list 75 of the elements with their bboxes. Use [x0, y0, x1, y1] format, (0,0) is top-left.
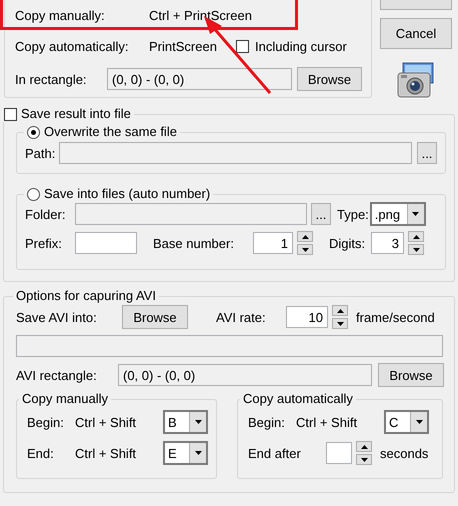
dropdown[interactable]: E	[163, 441, 208, 465]
label: Begin:	[248, 414, 286, 430]
path-field[interactable]	[59, 142, 412, 164]
spin-down-button[interactable]	[356, 454, 372, 465]
browse-button[interactable]: ...	[417, 142, 437, 164]
down-arrow-icon	[194, 451, 202, 455]
checkbox[interactable]	[236, 40, 249, 52]
spin-down-button[interactable]	[332, 318, 348, 329]
label: End:	[27, 446, 55, 460]
shortcut-text: Ctrl + PrintScreen	[149, 8, 252, 22]
folder-field[interactable]	[75, 203, 307, 225]
label: In rectangle:	[15, 72, 88, 86]
spin-down-button[interactable]	[408, 244, 424, 255]
spin-up-button[interactable]	[332, 305, 348, 316]
label: Ctrl + Shift	[75, 446, 138, 460]
group-title: Options for capuring AVI	[16, 288, 156, 304]
browse-button[interactable]: Browse	[297, 67, 362, 91]
label: seconds	[380, 446, 428, 460]
label: Path:	[25, 146, 56, 160]
down-arrow-icon	[336, 322, 344, 326]
shortcut-text: PrintScreen	[149, 38, 218, 54]
spin-up-button[interactable]	[297, 231, 313, 242]
avi-rectangle-field[interactable]: (0, 0) - (0, 0)	[118, 364, 372, 386]
label: Copy automatically:	[15, 38, 130, 54]
checkbox[interactable]	[4, 108, 17, 120]
cancel-button[interactable]: Cancel	[380, 18, 452, 49]
label: Folder:	[25, 206, 66, 222]
down-arrow-icon	[302, 248, 308, 252]
browse-button[interactable]: Browse	[378, 363, 444, 387]
rectangle-field[interactable]: (0, 0) - (0, 0)	[107, 68, 292, 90]
label: frame/second	[356, 310, 435, 324]
browse-button[interactable]: Browse	[122, 305, 188, 329]
camera-icon	[397, 61, 435, 99]
radio-button[interactable]	[27, 188, 40, 200]
radio-label: Save into files (auto number)	[44, 186, 210, 202]
label: Prefix:	[25, 236, 63, 250]
checkbox-label: Including cursor	[255, 38, 347, 54]
label: AVI rectangle:	[16, 368, 98, 382]
seconds-field[interactable]	[326, 442, 352, 464]
label: Ctrl + Shift	[296, 414, 358, 430]
digits-field[interactable]: 3	[371, 232, 404, 254]
label: Save AVI into:	[16, 310, 98, 324]
spin-down-button[interactable]	[297, 244, 313, 255]
radio-label: Overwrite the same file	[44, 124, 177, 140]
checkbox-label: Save result into file	[21, 106, 131, 122]
label: End after	[248, 446, 302, 460]
label: AVI rate:	[216, 310, 267, 324]
down-arrow-icon	[416, 420, 423, 424]
label: Begin:	[27, 414, 65, 430]
dropdown[interactable]: .png	[370, 202, 426, 226]
radio-button[interactable]	[27, 126, 40, 138]
up-arrow-icon	[412, 234, 420, 238]
label: Digits:	[329, 236, 366, 250]
label: Ctrl + Shift	[75, 414, 138, 430]
down-arrow-icon	[412, 248, 420, 252]
rate-field[interactable]: 10	[286, 306, 328, 328]
group-title: Copy manually	[22, 391, 108, 407]
down-arrow-icon	[194, 420, 202, 424]
base-number-field[interactable]: 1	[253, 232, 293, 254]
up-arrow-icon	[336, 308, 344, 312]
down-arrow-icon	[360, 458, 368, 462]
label: Base number:	[153, 236, 235, 250]
browse-button[interactable]: ...	[311, 203, 331, 225]
group-title: Copy automatically	[243, 391, 353, 407]
dropdown[interactable]: C	[384, 410, 430, 434]
label: Type:	[337, 206, 369, 222]
spin-up-button[interactable]	[408, 231, 424, 242]
spin-up-button[interactable]	[356, 441, 372, 452]
dropdown[interactable]: B	[163, 410, 208, 434]
prefix-field[interactable]	[75, 232, 137, 254]
down-arrow-icon	[412, 212, 420, 216]
avi-path-field[interactable]	[16, 335, 443, 357]
label: Copy manually:	[15, 8, 106, 22]
up-arrow-icon	[302, 234, 308, 238]
up-arrow-icon	[360, 444, 368, 448]
